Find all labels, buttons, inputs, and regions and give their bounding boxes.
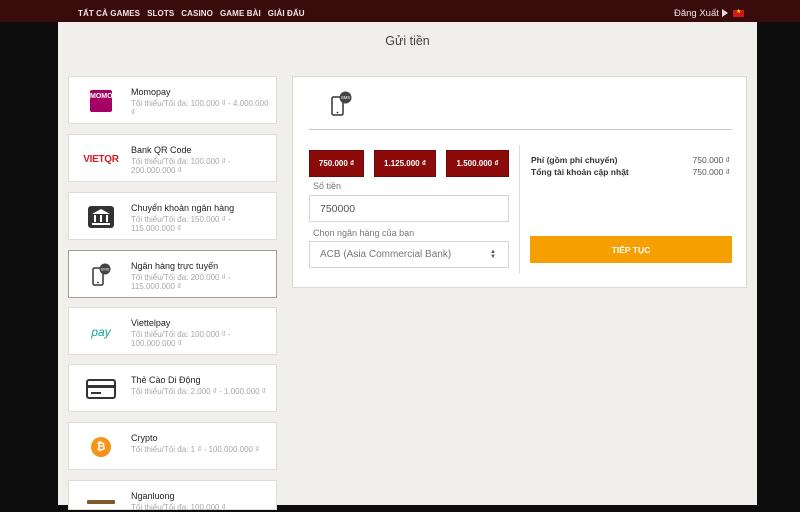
divider xyxy=(309,129,732,130)
vietqr-logo-text: VIETQR xyxy=(83,153,119,165)
bank-select[interactable]: ACB (Asia Commercial Bank) ▲ ▼ xyxy=(309,241,509,268)
bank-building-icon xyxy=(81,205,121,229)
method-name: Thẻ Cào Di Động xyxy=(131,375,201,385)
mobile-sms-icon: SMS xyxy=(329,91,353,117)
method-crypto[interactable]: ₿ Crypto Tối thiểu/Tối đa: 1 ₫ - 100.000… xyxy=(68,422,277,470)
svg-text:SMS: SMS xyxy=(341,95,350,100)
viettelpay-logo-text: pay xyxy=(91,325,111,339)
page-title: Gửi tiền xyxy=(385,34,430,48)
method-nganluong[interactable]: Nganluong Tối thiểu/Tối đa: 100.000 ₫ xyxy=(68,480,277,512)
nganluong-logo-icon xyxy=(81,497,121,507)
method-bank-qr[interactable]: VIETQR Bank QR Code Tối thiểu/Tối đa: 10… xyxy=(68,134,277,182)
method-name: Viettelpay xyxy=(131,318,171,328)
method-limit: Tối thiểu/Tối đa: 1 ₫ - 100.000.000 ₫ xyxy=(131,445,260,454)
amount-input[interactable] xyxy=(309,195,509,222)
method-name: Chuyển khoản ngân hàng xyxy=(131,203,235,213)
method-limit: Tối thiểu/Tối đa: 2.000 ₫ - 1.000.000 ₫ xyxy=(131,387,266,396)
bank-select-value: ACB (Asia Commercial Bank) xyxy=(320,249,452,260)
column-divider xyxy=(519,145,520,273)
bank-select-label: Chọn ngân hàng của bạn xyxy=(313,228,415,238)
deposit-panel: Gửi tiền MOMO Momopay Tối thiểu/Tối đa: … xyxy=(58,22,757,512)
sort-arrows-icon: ▲ ▼ xyxy=(490,249,496,260)
bitcoin-icon: ₿ xyxy=(81,435,121,459)
nav-all-games[interactable]: TẤT CẢ GAMES xyxy=(78,9,140,18)
nav-card-games[interactable]: GAME BÀI xyxy=(220,9,261,18)
svg-text:SMS: SMS xyxy=(101,267,110,272)
vietqr-logo-icon: VIETQR xyxy=(81,147,121,171)
method-name: Ngân hàng trực tuyến xyxy=(131,261,219,271)
nav-slots[interactable]: SLOTS xyxy=(147,9,174,18)
method-limit: Tối thiểu/Tối đa: 100.000 ₫ - 200.000.00… xyxy=(131,157,231,175)
method-name: Momopay xyxy=(131,87,171,97)
method-online-banking[interactable]: SMS Ngân hàng trực tuyến Tối thiểu/Tối đ… xyxy=(68,250,277,298)
mobile-sms-icon: SMS xyxy=(81,263,121,287)
method-limit: Tối thiểu/Tối đa: 200.000 ₫ - 115.000.00… xyxy=(131,273,231,291)
amount-label: Số tiền xyxy=(313,181,342,191)
nav-tournaments[interactable]: GIẢI ĐẤU xyxy=(268,9,305,18)
method-name: Bank QR Code xyxy=(131,145,192,155)
method-limit: Tối thiểu/Tối đa: 150.000 ₫ - 115.000.00… xyxy=(131,215,231,233)
method-name: Crypto xyxy=(131,433,158,443)
amount-button-1125000[interactable]: 1.125.000 ₫ xyxy=(374,150,436,177)
method-mobile-card[interactable]: Thẻ Cào Di Động Tối thiểu/Tối đa: 2.000 … xyxy=(68,364,277,412)
method-limit: Tối thiểu/Tối đa: 100.000 ₫ xyxy=(131,503,226,512)
method-bank-transfer[interactable]: Chuyển khoản ngân hàng Tối thiểu/Tối đa:… xyxy=(68,192,277,240)
amount-button-750000[interactable]: 750.000 ₫ xyxy=(309,150,364,177)
deposit-form: SMS 750.000 ₫ 1.125.000 ₫ 1.500.000 ₫ Số… xyxy=(292,76,747,288)
credit-card-icon xyxy=(81,377,121,401)
method-viettelpay[interactable]: pay Viettelpay Tối thiểu/Tối đa: 100.000… xyxy=(68,307,277,355)
amount-button-1500000[interactable]: 1.500.000 ₫ xyxy=(446,150,509,177)
fee-label: Phí (gồm phí chuyển) xyxy=(531,155,618,165)
total-value: 750.000 ₫ xyxy=(692,167,730,177)
nav-casino[interactable]: CASINO xyxy=(181,9,213,18)
method-momopay[interactable]: MOMO Momopay Tối thiểu/Tối đa: 100.000 ₫… xyxy=(68,76,277,124)
top-nav-bar: TẤT CẢ GAMES SLOTS CASINO GAME BÀI GIẢI … xyxy=(0,0,800,22)
viettelpay-logo-icon: pay xyxy=(81,320,121,344)
fee-value: 750.000 ₫ xyxy=(692,155,730,165)
play-icon[interactable] xyxy=(722,9,728,17)
continue-button[interactable]: TIẾP TỤC xyxy=(530,236,732,263)
total-label: Tổng tài khoản cập nhật xyxy=(531,167,629,177)
vietnam-flag-icon[interactable] xyxy=(733,8,744,17)
logout-link[interactable]: Đăng Xuất xyxy=(674,8,719,19)
momo-logo-icon: MOMO xyxy=(81,89,121,113)
main-nav: TẤT CẢ GAMES SLOTS CASINO GAME BÀI GIẢI … xyxy=(78,9,305,18)
method-name: Nganluong xyxy=(131,491,175,501)
method-limit: Tối thiểu/Tối đa: 100.000 ₫ - 4.000.000 … xyxy=(131,99,269,117)
momo-logo-text: MOMO xyxy=(90,90,113,112)
method-limit: Tối thiểu/Tối đa: 100.000 ₫ - 100.000.00… xyxy=(131,330,231,348)
